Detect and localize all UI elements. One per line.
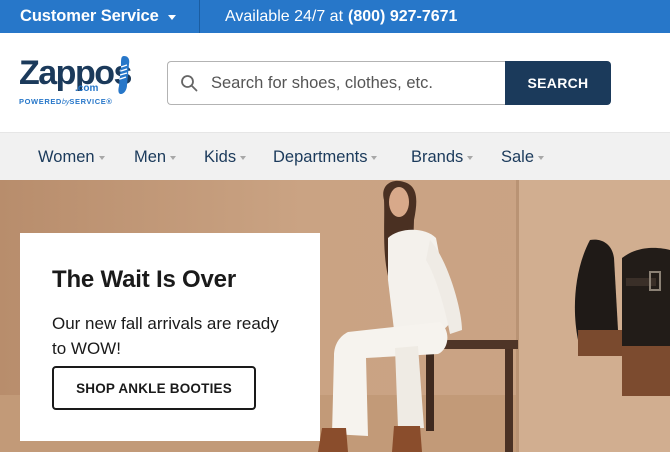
top-utility-bar: Customer Service Available 24/7 at (800)… <box>0 0 670 33</box>
divider <box>199 0 200 33</box>
search-button[interactable]: SEARCH <box>505 61 611 105</box>
customer-service-label: Customer Service <box>20 7 159 25</box>
chevron-down-icon <box>98 156 105 160</box>
promo-card: The Wait Is Over Our new fall arrivals a… <box>20 233 320 441</box>
chevron-down-icon <box>240 156 247 160</box>
availability-text: Available 24/7 at (800) 927-7671 <box>225 0 457 33</box>
tagline-service: SERVICE® <box>69 97 113 106</box>
nav-item-label: Departments <box>273 147 368 166</box>
phone-number-link[interactable]: (800) 927-7671 <box>348 8 457 26</box>
search-icon <box>181 75 198 92</box>
site-header: Zappos .com POWEREDbySERVICE® SEARCH <box>0 33 670 132</box>
chevron-down-icon <box>167 14 176 20</box>
search-box <box>167 61 506 105</box>
nav-item-men[interactable]: Men <box>134 133 177 181</box>
chevron-down-icon <box>538 156 545 160</box>
chevron-down-icon <box>371 156 378 160</box>
tagline-powered: POWERED <box>19 97 62 106</box>
shoe-logo-icon <box>118 56 130 94</box>
availability-label: Available 24/7 at <box>225 7 344 25</box>
nav-item-label: Men <box>134 147 167 166</box>
search-input[interactable] <box>211 73 491 93</box>
nav-item-kids[interactable]: Kids <box>204 133 247 181</box>
nav-item-label: Kids <box>204 147 237 166</box>
customer-service-menu[interactable]: Customer Service <box>20 0 176 33</box>
nav-item-label: Sale <box>501 147 535 166</box>
hero-banner[interactable]: The Wait Is Over Our new fall arrivals a… <box>0 180 670 452</box>
chevron-down-icon <box>170 156 177 160</box>
chevron-down-icon <box>467 156 474 160</box>
promo-subtitle: Our new fall arrivals are ready to WOW! <box>52 314 279 358</box>
nav-item-sale[interactable]: Sale <box>501 133 545 181</box>
zappos-logo[interactable]: Zappos .com POWEREDbySERVICE® <box>19 53 137 113</box>
nav-item-brands[interactable]: Brands <box>411 133 474 181</box>
logo-tagline: POWEREDbySERVICE® <box>19 97 112 106</box>
promo-title: The Wait Is Over <box>52 266 236 293</box>
nav-item-departments[interactable]: Departments <box>273 133 378 181</box>
shop-ankle-booties-button[interactable]: SHOP ANKLE BOOTIES <box>52 366 256 410</box>
logo-domain: .com <box>75 83 99 94</box>
nav-item-label: Brands <box>411 147 464 166</box>
category-nav: Women Men Kids Departments Brands Sale <box>0 132 670 180</box>
nav-item-women[interactable]: Women <box>38 133 105 181</box>
nav-item-label: Women <box>38 147 95 166</box>
